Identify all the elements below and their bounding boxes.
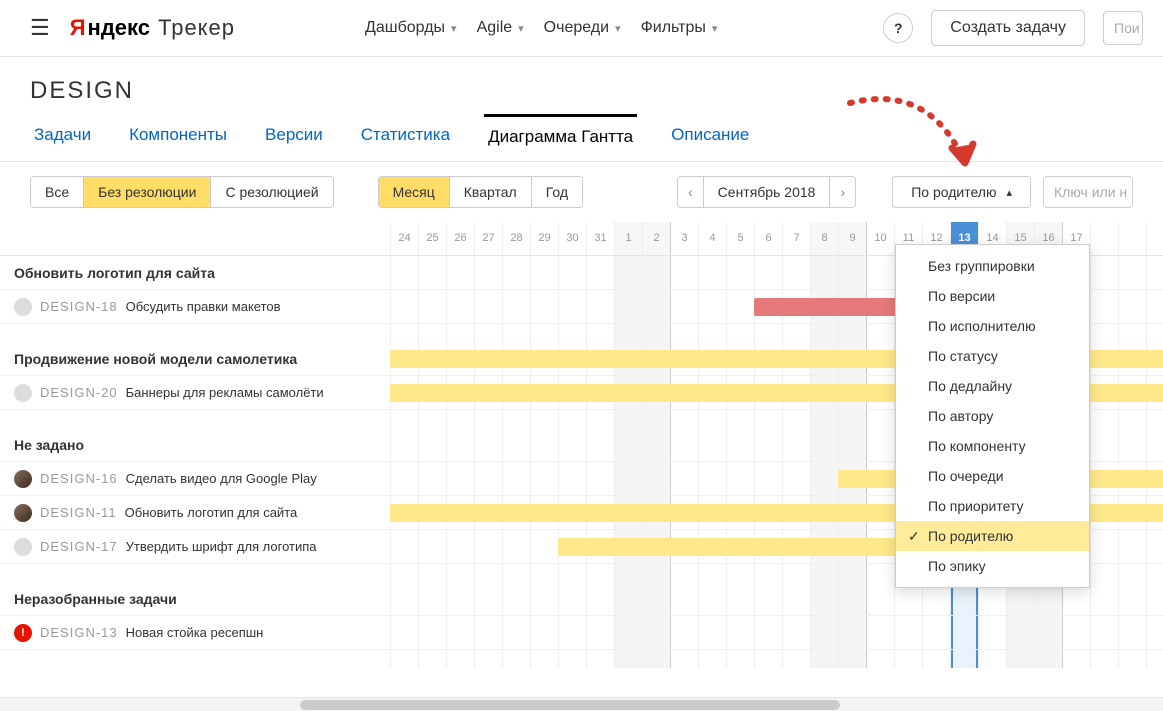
chevron-down-icon: ▾	[518, 22, 524, 35]
tab-компоненты[interactable]: Компоненты	[125, 115, 231, 161]
tab-статистика[interactable]: Статистика	[357, 115, 454, 161]
nav-queues[interactable]: Очереди▾	[544, 19, 621, 37]
chevron-down-icon: ▾	[615, 22, 621, 35]
page-title: DESIGN	[0, 57, 1163, 115]
date-cell: 6	[754, 222, 782, 255]
dropdown-item[interactable]: По дедлайну	[896, 371, 1089, 401]
logo-tracker: Трекер	[158, 15, 235, 41]
key-search-input[interactable]: Ключ или н	[1043, 176, 1133, 208]
date-cell: 28	[502, 222, 530, 255]
dropdown-item[interactable]: По очереди	[896, 461, 1089, 491]
task-row[interactable]: ! DESIGN-13 Новая стойка ресепшн	[0, 616, 1163, 650]
date-cell: 3	[670, 222, 698, 255]
task-title: Баннеры для рекламы самолёти	[126, 385, 324, 400]
date-cell	[1118, 222, 1146, 255]
avatar	[14, 384, 32, 402]
dropdown-item[interactable]: По эпику	[896, 551, 1089, 581]
dropdown-item[interactable]: По версии	[896, 281, 1089, 311]
nav-filters[interactable]: Фильтры▾	[641, 19, 718, 37]
date-cell: 5	[726, 222, 754, 255]
date-cell: 4	[698, 222, 726, 255]
dropdown-item[interactable]: По исполнителю	[896, 311, 1089, 341]
task-key: DESIGN-16	[40, 471, 118, 486]
tabs: Задачи Компоненты Версии Статистика Диаграмм…	[0, 115, 1163, 162]
group-by-button[interactable]: По родителю ▴	[892, 176, 1031, 208]
nav-dashboards[interactable]: Дашборды▾	[365, 19, 457, 37]
logo[interactable]: Яндекс Трекер	[70, 15, 235, 41]
period-segment: МесяцКварталГод	[378, 176, 583, 208]
app-header: ☰ Яндекс Трекер Дашборды▾ Agile▾ Очереди…	[0, 0, 1163, 57]
date-cell: 31	[586, 222, 614, 255]
task-key: DESIGN-18	[40, 299, 118, 314]
task-title: Обсудить правки макетов	[126, 299, 281, 314]
dropdown-item[interactable]: По компоненту	[896, 431, 1089, 461]
seg-Без резолюции[interactable]: Без резолюции	[84, 177, 211, 207]
task-title: Сделать видео для Google Play	[126, 471, 317, 486]
dropdown-item[interactable]: По автору	[896, 401, 1089, 431]
task-title: Утвердить шрифт для логотипа	[126, 539, 317, 554]
avatar	[14, 504, 32, 522]
dropdown-item[interactable]: Без группировки	[896, 251, 1089, 281]
avatar	[14, 470, 32, 488]
tab-описание[interactable]: Описание	[667, 115, 753, 161]
seg-Квартал[interactable]: Квартал	[450, 177, 532, 207]
date-cell	[1146, 222, 1163, 255]
date-cell: 1	[614, 222, 642, 255]
nav-agile[interactable]: Agile▾	[477, 19, 524, 37]
task-key: DESIGN-13	[40, 625, 118, 640]
horizontal-scrollbar[interactable]	[0, 697, 1163, 711]
tab-задачи[interactable]: Задачи	[30, 115, 95, 161]
avatar	[14, 538, 32, 556]
resolution-segment: ВсеБез резолюцииС резолюцией	[30, 176, 334, 208]
date-cell: 27	[474, 222, 502, 255]
date-cell: 29	[530, 222, 558, 255]
dropdown-item[interactable]: По приоритету	[896, 491, 1089, 521]
date-cell: 30	[558, 222, 586, 255]
task-title: Новая стойка ресепшн	[126, 625, 264, 640]
pager-next-button[interactable]: ›	[830, 177, 855, 207]
chevron-up-icon: ▴	[1006, 186, 1012, 199]
seg-С резолюцией[interactable]: С резолюцией	[211, 177, 332, 207]
seg-Все[interactable]: Все	[31, 177, 84, 207]
chevron-down-icon: ▾	[451, 22, 457, 35]
scrollbar-thumb[interactable]	[300, 700, 840, 710]
task-key: DESIGN-11	[40, 505, 117, 520]
tab-версии[interactable]: Версии	[261, 115, 327, 161]
tab-диаграмма гантта[interactable]: Диаграмма Гантта	[484, 114, 637, 161]
help-button[interactable]: ?	[883, 13, 913, 43]
filter-bar: ВсеБез резолюцииС резолюцией МесяцКварта…	[0, 162, 1163, 222]
seg-Месяц[interactable]: Месяц	[379, 177, 450, 207]
chevron-down-icon: ▾	[712, 22, 718, 35]
date-cell: 24	[390, 222, 418, 255]
hamburger-icon[interactable]: ☰	[30, 15, 50, 41]
task-title: Обновить логотип для сайта	[125, 505, 298, 520]
dropdown-item[interactable]: По родителю	[896, 521, 1089, 551]
task-key: DESIGN-20	[40, 385, 118, 400]
pager-prev-button[interactable]: ‹	[678, 177, 704, 207]
date-cell	[1090, 222, 1118, 255]
dropdown-item[interactable]: По статусу	[896, 341, 1089, 371]
logo-y: Я	[70, 15, 86, 41]
avatar: !	[14, 624, 32, 642]
group-by-dropdown: Без группировкиПо версииПо исполнителюПо…	[895, 244, 1090, 588]
search-input[interactable]: Пои	[1103, 11, 1143, 45]
task-key: DESIGN-17	[40, 539, 118, 554]
date-cell: 25	[418, 222, 446, 255]
date-cell: 7	[782, 222, 810, 255]
avatar	[14, 298, 32, 316]
date-cell: 2	[642, 222, 670, 255]
date-pager: ‹ Сентябрь 2018 ›	[677, 176, 856, 208]
create-task-button[interactable]: Создать задачу	[931, 10, 1085, 46]
date-cell: 8	[810, 222, 838, 255]
pager-label: Сентябрь 2018	[704, 177, 831, 207]
logo-text: ндекс	[88, 15, 150, 41]
date-cell: 9	[838, 222, 866, 255]
date-cell: 10	[866, 222, 894, 255]
date-cell: 26	[446, 222, 474, 255]
seg-Год[interactable]: Год	[532, 177, 582, 207]
